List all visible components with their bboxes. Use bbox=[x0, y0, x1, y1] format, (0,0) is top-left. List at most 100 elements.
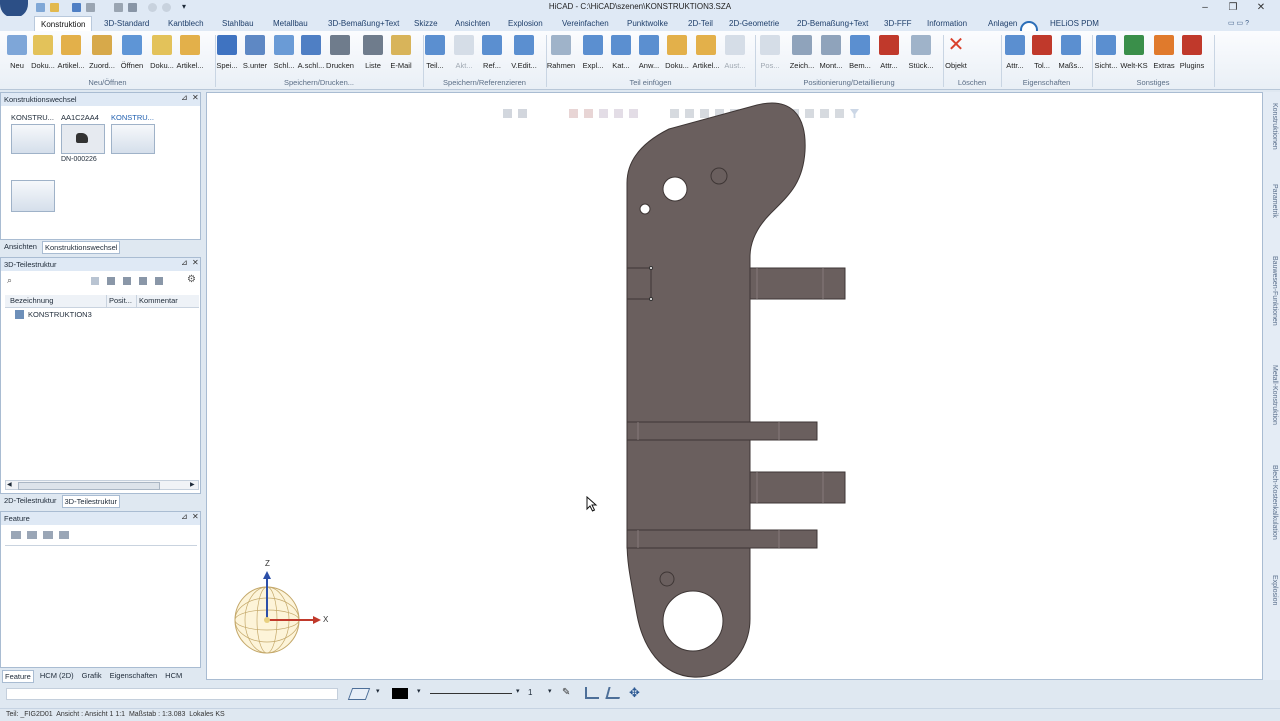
tab-grafik[interactable]: Grafik bbox=[80, 670, 104, 681]
scene-item[interactable] bbox=[11, 180, 55, 212]
scene-item[interactable]: KONSTRU... bbox=[11, 113, 55, 154]
tab-eigenschaften[interactable]: Eigenschaften bbox=[108, 670, 160, 681]
tab-3d-teilestruktur[interactable]: 3D-Teilestruktur bbox=[61, 495, 121, 508]
scrollbar-thumb[interactable] bbox=[18, 482, 160, 490]
feature-tool-icon[interactable] bbox=[11, 531, 21, 539]
ribbon-button[interactable]: Drucken bbox=[325, 33, 355, 79]
line-width-value[interactable]: 1 bbox=[528, 688, 532, 697]
dropdown-icon[interactable]: ▾ bbox=[417, 687, 421, 695]
ribbon-button[interactable]: Artikel... bbox=[175, 33, 205, 79]
ribbon-button[interactable]: Ref... bbox=[477, 33, 507, 79]
scroll-right-icon[interactable]: ▶ bbox=[190, 481, 195, 488]
horizontal-scrollbar[interactable]: ◀ ▶ bbox=[5, 480, 199, 490]
column-header[interactable]: Kommentar bbox=[136, 295, 178, 307]
ribbon-button[interactable]: Extras bbox=[1149, 33, 1179, 79]
tree-tool-icon[interactable] bbox=[107, 277, 115, 285]
tree-tool-icon[interactable] bbox=[91, 277, 99, 285]
ribbon-button[interactable]: Expl... bbox=[578, 33, 608, 79]
side-tab-konstruktionen[interactable]: Konstruktionen bbox=[1264, 96, 1278, 156]
ribbon-button[interactable]: Pos... bbox=[755, 33, 785, 79]
ribbon-button[interactable]: ✕ Objekt bbox=[941, 33, 971, 79]
layer-icon[interactable] bbox=[347, 688, 371, 700]
tab-feature[interactable]: Feature bbox=[2, 670, 34, 683]
side-tab-metall-konstruktion[interactable]: Metall-Konstruktion bbox=[1264, 358, 1278, 432]
dropdown-icon[interactable]: ▾ bbox=[548, 687, 552, 695]
ribbon-button[interactable]: Attr... bbox=[874, 33, 904, 79]
ribbon-button[interactable]: A.schl... bbox=[296, 33, 326, 79]
color-swatch[interactable] bbox=[392, 688, 408, 699]
ribbon-button[interactable]: Stück... bbox=[906, 33, 936, 79]
ribbon-button[interactable]: Rahmen bbox=[546, 33, 576, 79]
tab-konstruktionswechsel-panel[interactable]: Konstruktionswechsel bbox=[41, 241, 121, 254]
ribbon-button[interactable]: Mont... bbox=[816, 33, 846, 79]
tab-information[interactable]: Information bbox=[927, 16, 967, 31]
tab-punktwolke[interactable]: Punktwolke bbox=[627, 16, 668, 31]
tree-tool-icon[interactable] bbox=[139, 277, 147, 285]
tab-konstruktion[interactable]: Konstruktion bbox=[34, 16, 92, 31]
ribbon-button[interactable]: V.Edit... bbox=[509, 33, 539, 79]
ribbon-button[interactable]: Tol... bbox=[1027, 33, 1057, 79]
ribbon-button[interactable]: Artikel... bbox=[56, 33, 86, 79]
angle-icon[interactable] bbox=[605, 687, 623, 699]
tab-stahlbau[interactable]: Stahlbau bbox=[222, 16, 254, 31]
tab-skizze[interactable]: Skizze bbox=[414, 16, 438, 31]
panel-close-icon[interactable]: ✕ bbox=[192, 258, 199, 267]
crosshair-icon[interactable]: ✥ bbox=[629, 685, 640, 701]
ribbon-button[interactable]: Sicht... bbox=[1091, 33, 1121, 79]
tab-hcm-2d[interactable]: HCM (2D) bbox=[38, 670, 76, 681]
ribbon-button[interactable]: Spei... bbox=[212, 33, 242, 79]
side-tab-parametrik[interactable]: Parametrik bbox=[1264, 178, 1278, 224]
ribbon-button[interactable]: Zeich... bbox=[787, 33, 817, 79]
search-icon[interactable]: ⌕ bbox=[7, 275, 12, 286]
side-tab-explosion[interactable]: Explosion bbox=[1264, 570, 1278, 610]
ribbon-button[interactable]: Artikel... bbox=[691, 33, 721, 79]
table-row[interactable]: KONSTRUKTION3 bbox=[15, 310, 92, 319]
tab-anlagen[interactable]: Anlagen bbox=[988, 16, 1017, 31]
scene-item[interactable]: AA1C2AA4 DN-000226 bbox=[61, 113, 105, 163]
panel-close-icon[interactable]: ✕ bbox=[192, 512, 199, 521]
tab-helios-pdm[interactable]: HELiOS PDM bbox=[1050, 16, 1099, 31]
tree-tool-icon[interactable] bbox=[123, 277, 131, 285]
feature-tool-icon[interactable] bbox=[43, 531, 53, 539]
ribbon-button[interactable]: Schl... bbox=[269, 33, 299, 79]
part-drawing[interactable] bbox=[207, 93, 1262, 679]
ribbon-button[interactable]: Maßs... bbox=[1056, 33, 1086, 79]
minimize-icon[interactable]: – bbox=[1192, 1, 1218, 15]
ribbon-button[interactable]: Bem... bbox=[845, 33, 875, 79]
side-tab-bauwesen[interactable]: Bauwesen-Funktionen bbox=[1264, 248, 1278, 334]
ribbon-button[interactable]: Attr... bbox=[1000, 33, 1030, 79]
pin-icon[interactable]: ⊿ bbox=[181, 93, 188, 102]
scroll-left-icon[interactable]: ◀ bbox=[7, 481, 12, 488]
ribbon-options-icon[interactable]: ▭ ▭ ? bbox=[1228, 19, 1258, 28]
ribbon-button[interactable]: Welt-KS bbox=[1119, 33, 1149, 79]
tab-2d-teilestruktur[interactable]: 2D-Teilestruktur bbox=[2, 495, 59, 506]
close-window-icon[interactable]: ✕ bbox=[1248, 1, 1274, 15]
linetype-select[interactable] bbox=[430, 693, 512, 694]
tree-tool-icon[interactable] bbox=[155, 277, 163, 285]
ribbon-button[interactable]: Liste bbox=[358, 33, 388, 79]
ribbon-button[interactable]: Öffnen bbox=[117, 33, 147, 79]
ribbon-button[interactable]: Akt... bbox=[449, 33, 479, 79]
pin-icon[interactable]: ⊿ bbox=[181, 512, 188, 521]
ribbon-button[interactable]: Doku... bbox=[662, 33, 692, 79]
tab-metallbau[interactable]: Metallbau bbox=[273, 16, 308, 31]
ribbon-button[interactable]: Kat... bbox=[606, 33, 636, 79]
tab-ansichten-panel[interactable]: Ansichten bbox=[2, 241, 39, 252]
tab-2d-teil[interactable]: 2D-Teil bbox=[688, 16, 713, 31]
tab-explosion[interactable]: Explosion bbox=[508, 16, 543, 31]
ribbon-button[interactable]: Plugins bbox=[1177, 33, 1207, 79]
side-tab-blech-kostenkalkulation[interactable]: Blech-Kostenkalkulation bbox=[1264, 456, 1278, 548]
command-input[interactable] bbox=[6, 688, 338, 700]
pin-icon[interactable]: ⊿ bbox=[181, 258, 188, 267]
column-header[interactable]: Posit... bbox=[106, 295, 132, 307]
settings-gear-icon[interactable]: ⚙ bbox=[187, 274, 196, 285]
restore-icon[interactable]: ❐ bbox=[1220, 1, 1246, 15]
snap-icon[interactable] bbox=[585, 687, 599, 699]
ribbon-button[interactable]: Doku... bbox=[28, 33, 58, 79]
ribbon-button[interactable]: E-Mail bbox=[386, 33, 416, 79]
tab-3d-standard[interactable]: 3D-Standard bbox=[104, 16, 149, 31]
ribbon-button[interactable]: Doku... bbox=[147, 33, 177, 79]
tab-ansichten[interactable]: Ansichten bbox=[455, 16, 490, 31]
tab-2d-geometrie[interactable]: 2D-Geometrie bbox=[729, 16, 779, 31]
dropdown-icon[interactable]: ▾ bbox=[376, 687, 380, 695]
